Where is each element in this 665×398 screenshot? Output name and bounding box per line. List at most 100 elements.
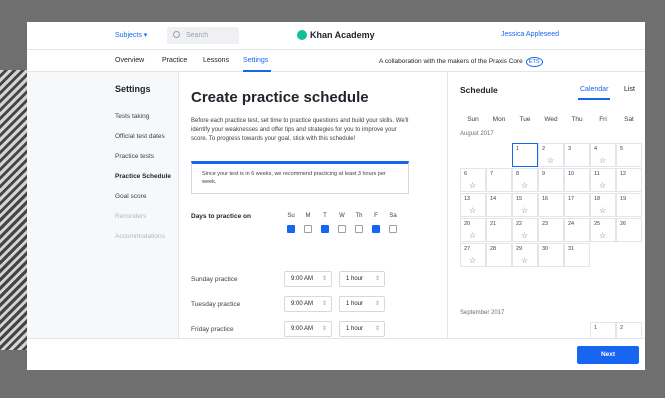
sidebar-item-official-test-dates[interactable]: Official test dates xyxy=(115,133,165,140)
day-number: 26 xyxy=(620,221,627,227)
next-button[interactable]: Next xyxy=(577,346,639,364)
user-menu[interactable]: Jessica Appleseed xyxy=(501,31,559,38)
calendar-day[interactable]: 24 xyxy=(564,218,590,242)
tab-settings[interactable]: Settings xyxy=(243,57,268,64)
calendar-day[interactable]: 25 ☆ xyxy=(590,218,616,242)
calendar-day[interactable]: 16 xyxy=(538,193,564,217)
subjects-menu[interactable]: Subjects ▾ xyxy=(115,31,147,39)
tab-lessons[interactable]: Lessons xyxy=(203,57,229,64)
calendar-day[interactable]: 14 xyxy=(486,193,512,217)
sub-navigation: Overview Practice Lessons Settings A col… xyxy=(27,50,645,72)
checkbox-monday[interactable] xyxy=(304,225,312,233)
calendar-day[interactable]: 19 xyxy=(616,193,642,217)
friday-time-value: 9:00 AM xyxy=(291,326,314,332)
friday-practice-label: Friday practice xyxy=(191,326,234,333)
calendar-day[interactable]: 9 xyxy=(538,168,564,192)
star-icon: ☆ xyxy=(599,156,607,165)
checkbox-wednesday[interactable] xyxy=(338,225,346,233)
day-label-f: F xyxy=(374,213,378,219)
sidebar-item-goal-score[interactable]: Goal score xyxy=(115,193,146,200)
calendar-day[interactable]: 15 ☆ xyxy=(512,193,538,217)
weekday-tue: Tue xyxy=(519,116,531,123)
day-label-m: M xyxy=(305,213,311,219)
checkbox-thursday[interactable] xyxy=(355,225,363,233)
calendar-day[interactable]: 4 ☆ xyxy=(590,143,616,167)
sunday-time-value: 9:00 AM xyxy=(291,276,314,282)
day-number: 27 xyxy=(464,246,471,252)
day-number: 6 xyxy=(464,171,468,177)
day-number: 8 xyxy=(516,171,520,177)
star-icon: ☆ xyxy=(469,256,477,265)
main-content: Create practice schedule Before each pra… xyxy=(179,72,447,370)
calendar-day[interactable]: 23 xyxy=(538,218,564,242)
calendar-day[interactable]: 29 ☆ xyxy=(512,243,538,267)
day-label-sa: Sa xyxy=(389,213,397,219)
search-icon xyxy=(173,31,180,38)
calendar-day[interactable]: 5 xyxy=(616,143,642,167)
settings-sidebar: Settings Tests taking Official test date… xyxy=(27,72,179,370)
tab-list[interactable]: List xyxy=(624,86,635,93)
sunday-time-select[interactable]: 9:00 AM ⇕ xyxy=(284,271,332,287)
stepper-icon: ⇕ xyxy=(374,276,380,282)
sidebar-item-tests-taking[interactable]: Tests taking xyxy=(115,113,149,120)
day-number: 5 xyxy=(620,146,624,152)
star-icon: ☆ xyxy=(521,256,529,265)
sidebar-item-practice-schedule[interactable]: Practice Schedule xyxy=(115,173,171,180)
days-label: Days to practice on xyxy=(191,213,251,220)
checkbox-saturday[interactable] xyxy=(389,225,397,233)
weekday-wed: Wed xyxy=(544,116,558,123)
calendar-day[interactable]: 13 ☆ xyxy=(460,193,486,217)
calendar-day[interactable]: 20 ☆ xyxy=(460,218,486,242)
day-label-w: W xyxy=(339,213,345,219)
tab-practice[interactable]: Practice xyxy=(162,57,187,64)
calendar-day[interactable]: 22 ☆ xyxy=(512,218,538,242)
calendar-day[interactable]: 11 ☆ xyxy=(590,168,616,192)
calendar-day[interactable]: 18 ☆ xyxy=(590,193,616,217)
calendar-day[interactable]: 30 xyxy=(538,243,564,267)
day-number: 29 xyxy=(516,246,523,252)
checkbox-friday[interactable] xyxy=(372,225,380,233)
calendar-day[interactable]: 27 ☆ xyxy=(460,243,486,267)
calendar-day[interactable]: 7 xyxy=(486,168,512,192)
checkbox-sunday[interactable] xyxy=(287,225,295,233)
sunday-duration-select[interactable]: 1 hour ⇕ xyxy=(339,271,385,287)
calendar-day[interactable]: 6 ☆ xyxy=(460,168,486,192)
star-icon: ☆ xyxy=(469,206,477,215)
tuesday-time-select[interactable]: 9:00 AM ⇕ xyxy=(284,296,332,312)
stepper-icon: ⇕ xyxy=(374,301,380,307)
calendar-day[interactable]: 17 xyxy=(564,193,590,217)
tab-calendar[interactable]: Calendar xyxy=(580,86,608,93)
calendar-day[interactable]: 3 xyxy=(564,143,590,167)
background-pattern xyxy=(0,70,30,350)
day-number: 13 xyxy=(464,196,471,202)
day-number: 24 xyxy=(568,221,575,227)
checkbox-tuesday[interactable] xyxy=(321,225,329,233)
calendar-day[interactable]: 8☆ xyxy=(512,168,538,192)
sunday-duration-value: 1 hour xyxy=(346,276,364,282)
calendar-day[interactable]: 28 xyxy=(486,243,512,267)
calendar-day[interactable]: 31 xyxy=(564,243,590,267)
tab-overview[interactable]: Overview xyxy=(115,57,144,64)
calendar-day[interactable]: 1 xyxy=(512,143,538,167)
weekday-sat: Sat xyxy=(624,116,634,123)
day-number: 10 xyxy=(568,171,575,177)
calendar-day[interactable]: 21 xyxy=(486,218,512,242)
friday-duration-select[interactable]: 1 hour ⇕ xyxy=(339,321,385,337)
calendar-day[interactable]: 12 xyxy=(616,168,642,192)
calendar-day[interactable]: 10 xyxy=(564,168,590,192)
day-number: 19 xyxy=(620,196,627,202)
search-input[interactable]: Search xyxy=(167,27,239,44)
khan-academy-logo[interactable]: Khan Academy xyxy=(297,30,375,40)
star-icon: ☆ xyxy=(599,181,607,190)
stepper-icon: ⇕ xyxy=(321,276,327,282)
tuesday-duration-select[interactable]: 1 hour ⇕ xyxy=(339,296,385,312)
star-icon: ☆ xyxy=(599,231,607,240)
star-icon: ☆ xyxy=(599,206,607,215)
calendar-day[interactable]: 26 xyxy=(616,218,642,242)
calendar-day[interactable]: 2 ☆ xyxy=(538,143,564,167)
day-number: 23 xyxy=(542,221,549,227)
ets-logo: ETS xyxy=(525,57,543,67)
day-number: 18 xyxy=(594,196,601,202)
friday-time-select[interactable]: 9:00 AM ⇕ xyxy=(284,321,332,337)
sidebar-item-practice-tests[interactable]: Practice tests xyxy=(115,153,154,160)
